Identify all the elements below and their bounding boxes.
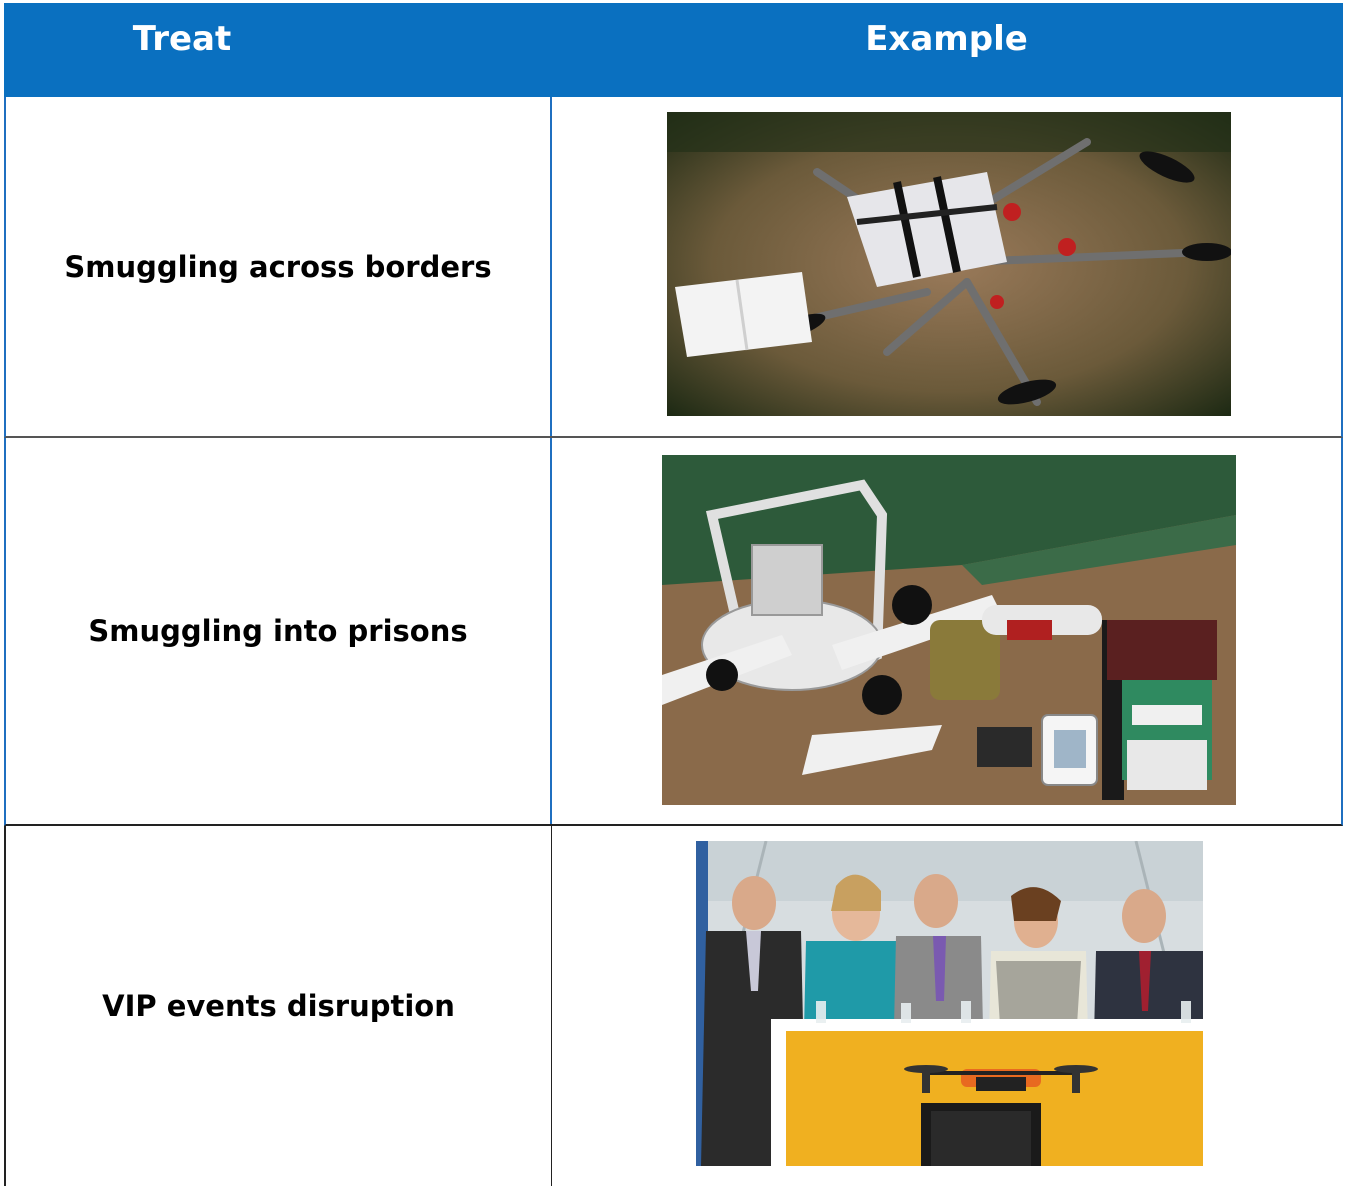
example-cell <box>552 826 1343 1186</box>
smuggling-prisons-photo <box>662 455 1236 805</box>
table-row: Smuggling into prisons <box>4 438 1343 826</box>
example-cell <box>552 97 1341 436</box>
treat-label: VIP events disruption <box>102 989 455 1023</box>
table-header: Treat Example <box>4 3 1343 97</box>
treat-cell: VIP events disruption <box>6 826 552 1186</box>
header-example: Example <box>865 19 1028 59</box>
treat-cell: Smuggling across borders <box>6 97 552 436</box>
example-cell <box>552 438 1341 824</box>
table-row: Smuggling across borders <box>4 97 1343 438</box>
treat-label: Smuggling into prisons <box>88 614 468 648</box>
threats-table: Treat Example Smuggling across borders S… <box>4 3 1343 1186</box>
treat-label: Smuggling across borders <box>64 249 492 284</box>
smuggling-borders-photo <box>667 112 1231 416</box>
vip-events-photo <box>696 841 1203 1166</box>
header-treat: Treat <box>132 19 232 59</box>
treat-cell: Smuggling into prisons <box>6 438 552 824</box>
table-row: VIP events disruption <box>4 826 1343 1186</box>
